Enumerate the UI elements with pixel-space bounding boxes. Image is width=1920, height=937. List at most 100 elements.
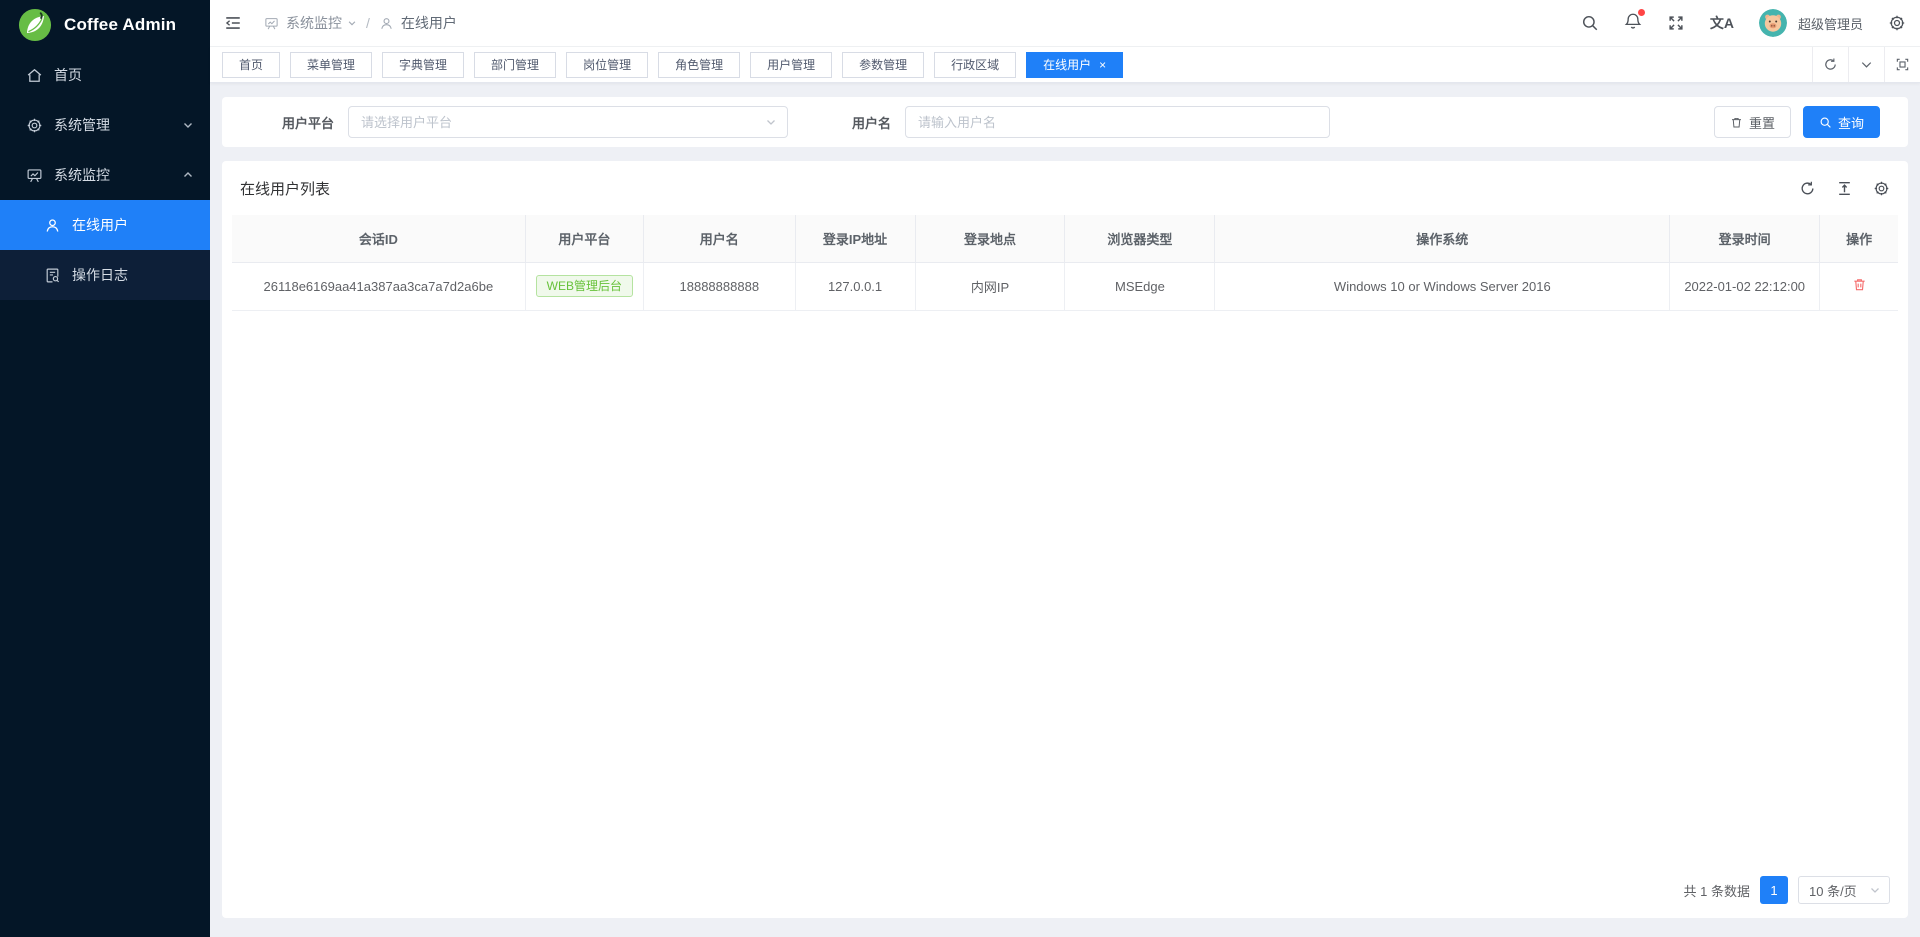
- filter-card: 用户平台 用户名 重置: [222, 97, 1908, 147]
- col-actions: 操作: [1820, 215, 1898, 262]
- username-input[interactable]: [906, 115, 1329, 130]
- col-os: 操作系统: [1215, 215, 1670, 262]
- main-area: 系统监控 / 在线用户: [210, 0, 1920, 937]
- tab-user-management[interactable]: 用户管理: [750, 52, 832, 78]
- col-session-id: 会话ID: [232, 215, 525, 262]
- tab-options-button[interactable]: [1848, 47, 1884, 82]
- column-settings-gear-icon[interactable]: [1873, 180, 1890, 197]
- user-icon: [44, 217, 61, 234]
- monitor-icon: [264, 16, 279, 31]
- cell-ip: 127.0.0.1: [795, 262, 915, 310]
- username-field[interactable]: [905, 106, 1330, 138]
- sidebar-item-label: 首页: [54, 65, 82, 85]
- content-area: 用户平台 用户名 重置: [210, 83, 1920, 937]
- col-login-time: 登录时间: [1670, 215, 1820, 262]
- search-icon[interactable]: [1581, 14, 1599, 32]
- cell-login-time: 2022-01-02 22:12:00: [1670, 262, 1820, 310]
- filter-buttons: 重置 查询: [1714, 106, 1880, 138]
- cell-platform: WEB管理后台: [525, 262, 643, 310]
- chevron-down-icon: [1869, 884, 1881, 896]
- sidebar-item-system-monitor[interactable]: 系统监控: [0, 150, 210, 200]
- current-user-name[interactable]: 超级管理员: [1798, 14, 1863, 33]
- collapse-sidebar-icon[interactable]: [224, 14, 242, 32]
- platform-select-input[interactable]: [361, 115, 765, 130]
- sidebar-item-operation-logs[interactable]: 操作日志: [0, 250, 210, 300]
- breadcrumb: 系统监控 / 在线用户: [264, 13, 457, 33]
- tab-label: 部门管理: [491, 56, 539, 73]
- sidebar-item-label: 系统管理: [54, 115, 110, 135]
- list-header: 在线用户列表: [222, 161, 1908, 215]
- cell-browser: MSEdge: [1065, 262, 1215, 310]
- breadcrumb-item-online-users: 在线用户: [401, 13, 457, 33]
- app-title: Coffee Admin: [64, 15, 176, 35]
- notifications-button[interactable]: [1624, 12, 1642, 35]
- page-size-select[interactable]: 10 条/页: [1798, 876, 1890, 904]
- page-1-button[interactable]: 1: [1760, 876, 1788, 904]
- refresh-tab-button[interactable]: [1812, 47, 1848, 82]
- user-icon: [379, 16, 394, 31]
- fullscreen-icon[interactable]: [1667, 14, 1685, 32]
- tab-online-users[interactable]: 在线用户 ×: [1026, 52, 1123, 78]
- sidebar-submenu-monitor: 在线用户 操作日志: [0, 200, 210, 300]
- avatar[interactable]: [1759, 9, 1787, 37]
- tab-post-management[interactable]: 岗位管理: [566, 52, 648, 78]
- monitor-icon: [26, 167, 43, 184]
- chevron-down-icon: [765, 116, 777, 128]
- breadcrumb-separator: /: [366, 15, 370, 31]
- tab-dict-management[interactable]: 字典管理: [382, 52, 464, 78]
- refresh-icon[interactable]: [1799, 180, 1816, 197]
- col-username: 用户名: [643, 215, 795, 262]
- cell-session-id: 26118e6169aa41a387aa3ca7a7d2a6be: [232, 262, 525, 310]
- col-ip: 登录IP地址: [795, 215, 915, 262]
- table-header-row: 会话ID 用户平台 用户名 登录IP地址 登录地点 浏览器类型 操作系统 登录时…: [232, 215, 1898, 262]
- breadcrumb-label: 系统监控: [286, 13, 342, 33]
- maximize-icon: [1895, 57, 1910, 72]
- gear-icon: [26, 117, 43, 134]
- platform-select[interactable]: [348, 106, 788, 138]
- log-search-icon: [44, 267, 61, 284]
- notification-badge: [1638, 9, 1645, 16]
- search-label: 查询: [1838, 113, 1864, 132]
- row-height-icon[interactable]: [1836, 180, 1853, 197]
- delete-session-trash-icon[interactable]: [1852, 277, 1867, 292]
- tab-home[interactable]: 首页: [222, 52, 280, 78]
- tab-menu-management[interactable]: 菜单管理: [290, 52, 372, 78]
- reset-button[interactable]: 重置: [1714, 106, 1791, 138]
- tabbar: 首页 菜单管理 字典管理 部门管理 岗位管理 角色管理 用户管理 参数管理 行政…: [210, 47, 1920, 83]
- chevron-down-icon: [182, 119, 194, 131]
- chevron-up-icon: [182, 169, 194, 181]
- tab-role-management[interactable]: 角色管理: [658, 52, 740, 78]
- page-size-value: 10 条/页: [1809, 881, 1857, 900]
- reset-label: 重置: [1749, 113, 1775, 132]
- app-logo[interactable]: Coffee Admin: [0, 0, 210, 50]
- home-icon: [26, 67, 43, 84]
- sidebar-item-system-management[interactable]: 系统管理: [0, 100, 210, 150]
- tab-admin-region[interactable]: 行政区域: [934, 52, 1016, 78]
- col-location: 登录地点: [915, 215, 1065, 262]
- platform-label: 用户平台: [282, 113, 334, 132]
- online-users-card: 在线用户列表: [222, 161, 1908, 918]
- tab-param-management[interactable]: 参数管理: [842, 52, 924, 78]
- maximize-content-button[interactable]: [1884, 47, 1920, 82]
- sidebar-item-home[interactable]: 首页: [0, 50, 210, 100]
- sidebar-item-label: 在线用户: [72, 215, 128, 235]
- sidebar-item-online-users[interactable]: 在线用户: [0, 200, 210, 250]
- search-button[interactable]: 查询: [1803, 106, 1880, 138]
- close-icon[interactable]: ×: [1099, 59, 1106, 71]
- translate-icon[interactable]: 文A: [1710, 16, 1734, 30]
- tabbar-controls: [1812, 47, 1920, 82]
- settings-gear-icon[interactable]: [1888, 14, 1906, 32]
- table-row: 26118e6169aa41a387aa3ca7a7d2a6be WEB管理后台…: [232, 262, 1898, 310]
- col-platform: 用户平台: [525, 215, 643, 262]
- list-title: 在线用户列表: [240, 178, 330, 199]
- cell-location: 内网IP: [915, 262, 1065, 310]
- tab-label: 参数管理: [859, 56, 907, 73]
- tab-label: 用户管理: [767, 56, 815, 73]
- platform-tag: WEB管理后台: [536, 275, 633, 297]
- tab-label: 菜单管理: [307, 56, 355, 73]
- pagination: 共 1 条数据 1 10 条/页: [222, 876, 1908, 918]
- avatar-image: [1759, 9, 1787, 37]
- breadcrumb-item-monitor[interactable]: 系统监控: [286, 13, 357, 33]
- sidebar-menu: 首页 系统管理 系统监控: [0, 50, 210, 300]
- tab-dept-management[interactable]: 部门管理: [474, 52, 556, 78]
